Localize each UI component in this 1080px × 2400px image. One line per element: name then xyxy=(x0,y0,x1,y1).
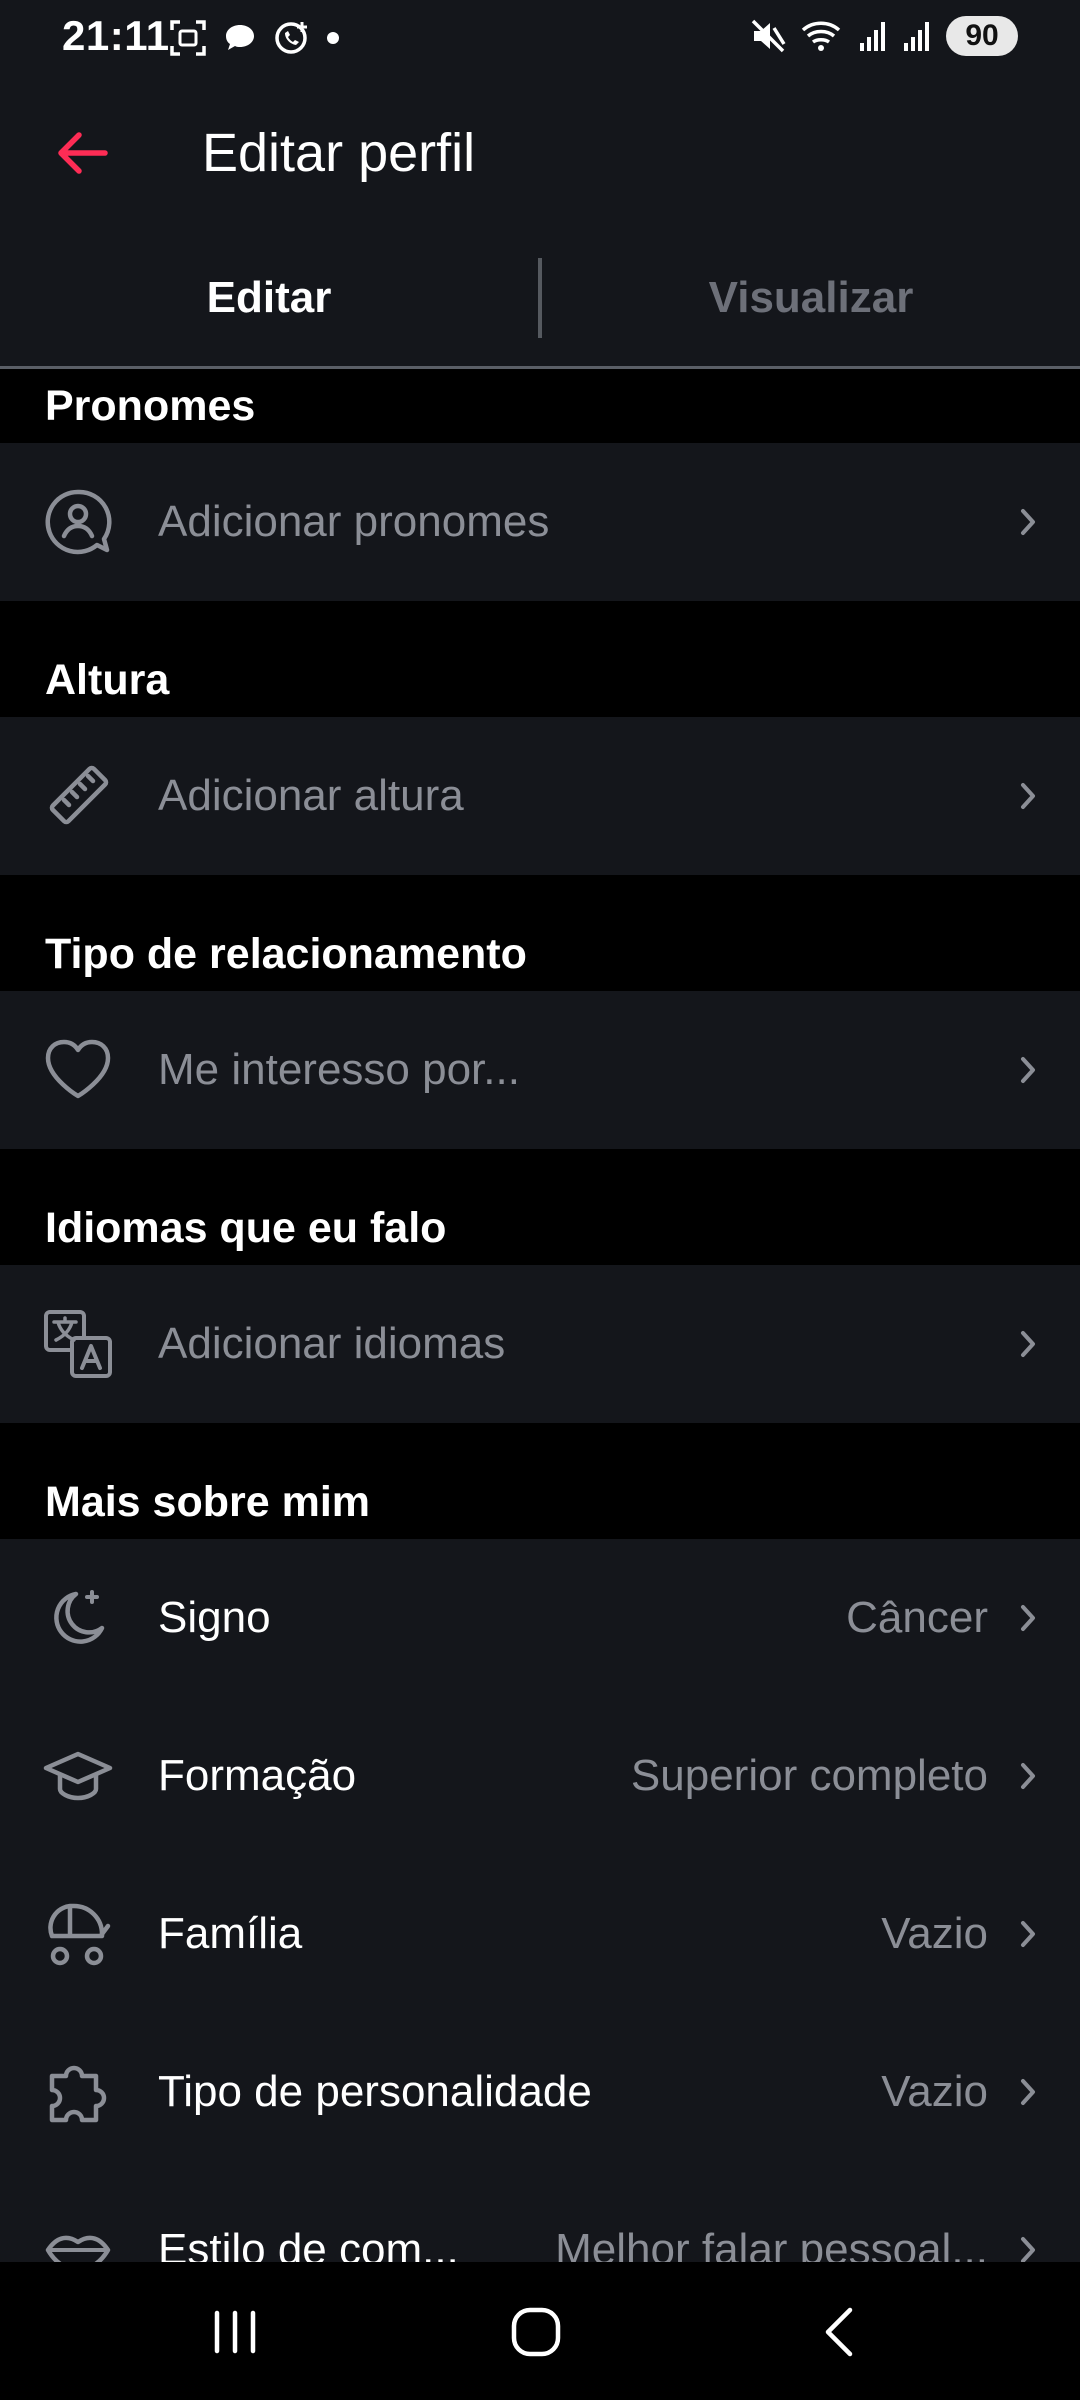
back-button[interactable] xyxy=(46,118,116,188)
chevron-right-icon xyxy=(1014,1598,1042,1638)
heart-icon xyxy=(42,1034,114,1106)
chevron-right-icon xyxy=(1014,1914,1042,1954)
personality-type-row[interactable]: Tipo de personalidade Vazio xyxy=(0,2013,1080,2171)
section-gap xyxy=(0,1423,1080,1465)
system-status-icons: 90 xyxy=(750,16,1018,56)
profile-fields-list: Pronomes Adicionar pronomes Altura Adici… xyxy=(0,369,1080,2262)
home-icon xyxy=(508,2304,564,2360)
education-label: Formação xyxy=(158,1751,357,1800)
graduation-cap-icon xyxy=(42,1740,114,1812)
education-value: Superior completo xyxy=(630,1751,988,1800)
education-row[interactable]: Formação Superior completo xyxy=(0,1697,1080,1855)
ruler-icon xyxy=(42,760,114,832)
section-title-pronouns: Pronomes xyxy=(0,369,1080,443)
tab-bar: Editar Visualizar xyxy=(0,230,1080,369)
chevron-right-icon xyxy=(1014,1756,1042,1796)
wifi-icon xyxy=(800,18,844,54)
chevron-right-icon xyxy=(1014,1324,1042,1364)
whatsapp-icon xyxy=(272,18,312,58)
signal-icon xyxy=(902,19,932,53)
section-title-languages: Idiomas que eu falo xyxy=(0,1191,1080,1265)
dot-icon xyxy=(326,31,340,45)
chevron-right-icon xyxy=(1014,1050,1042,1090)
signal-icon xyxy=(858,19,888,53)
relationship-interest-row[interactable]: Me interesso por... xyxy=(0,991,1080,1149)
battery-indicator: 90 xyxy=(946,16,1018,56)
add-languages-row[interactable]: Adicionar idiomas xyxy=(0,1265,1080,1423)
lips-icon xyxy=(42,2214,114,2262)
add-height-label: Adicionar altura xyxy=(158,771,464,820)
communication-style-row[interactable]: Estilo de com... Melhor falar pessoal... xyxy=(0,2171,1080,2262)
page-title: Editar perfil xyxy=(202,123,476,183)
zodiac-sign-label: Signo xyxy=(158,1593,271,1642)
arrow-left-icon xyxy=(53,129,109,177)
recent-apps-icon xyxy=(207,2307,263,2357)
section-gap xyxy=(0,601,1080,643)
status-time: 21:11 xyxy=(62,12,170,59)
relationship-interest-label: Me interesso por... xyxy=(158,1045,520,1094)
chevron-right-icon xyxy=(1014,776,1042,816)
add-height-row[interactable]: Adicionar altura xyxy=(0,717,1080,875)
zodiac-sign-row[interactable]: Signo Câncer xyxy=(0,1539,1080,1697)
notification-icons xyxy=(168,18,340,58)
chevron-right-icon xyxy=(1014,502,1042,542)
section-title-more-about-me: Mais sobre mim xyxy=(0,1465,1080,1539)
system-nav-bar xyxy=(0,2262,1080,2400)
chevron-right-icon xyxy=(1014,2230,1042,2262)
chevron-right-icon xyxy=(1014,2072,1042,2112)
zodiac-sign-value: Câncer xyxy=(846,1593,988,1642)
home-button[interactable] xyxy=(476,2292,596,2372)
recent-apps-button[interactable] xyxy=(175,2292,295,2372)
communication-style-value: Melhor falar pessoal... xyxy=(555,2225,988,2262)
moon-star-icon xyxy=(42,1582,114,1654)
family-row[interactable]: Família Vazio xyxy=(0,1855,1080,2013)
chat-bubble-icon xyxy=(222,20,258,56)
screenshot-icon xyxy=(168,18,208,58)
system-back-button[interactable] xyxy=(780,2292,900,2372)
tab-editar[interactable]: Editar xyxy=(0,230,538,366)
personality-type-label: Tipo de personalidade xyxy=(158,2067,592,2116)
family-label: Família xyxy=(158,1909,303,1958)
family-value: Vazio xyxy=(881,1909,988,1958)
translate-icon xyxy=(42,1308,114,1380)
person-bubble-icon xyxy=(42,486,114,558)
add-pronouns-row[interactable]: Adicionar pronomes xyxy=(0,443,1080,601)
add-languages-label: Adicionar idiomas xyxy=(158,1319,506,1368)
back-icon xyxy=(818,2304,862,2360)
section-gap xyxy=(0,1149,1080,1191)
section-title-height: Altura xyxy=(0,643,1080,717)
section-title-relationship: Tipo de relacionamento xyxy=(0,917,1080,991)
stroller-icon xyxy=(42,1898,114,1970)
section-gap xyxy=(0,875,1080,917)
add-pronouns-label: Adicionar pronomes xyxy=(158,497,550,546)
tab-visualizar[interactable]: Visualizar xyxy=(542,230,1080,366)
puzzle-icon xyxy=(42,2056,114,2128)
mute-icon xyxy=(750,18,786,54)
communication-style-label: Estilo de com... xyxy=(158,2225,459,2262)
status-bar: 21:11 90 xyxy=(0,0,1080,78)
personality-type-value: Vazio xyxy=(881,2067,988,2116)
app-bar: Editar perfil xyxy=(0,78,1080,230)
